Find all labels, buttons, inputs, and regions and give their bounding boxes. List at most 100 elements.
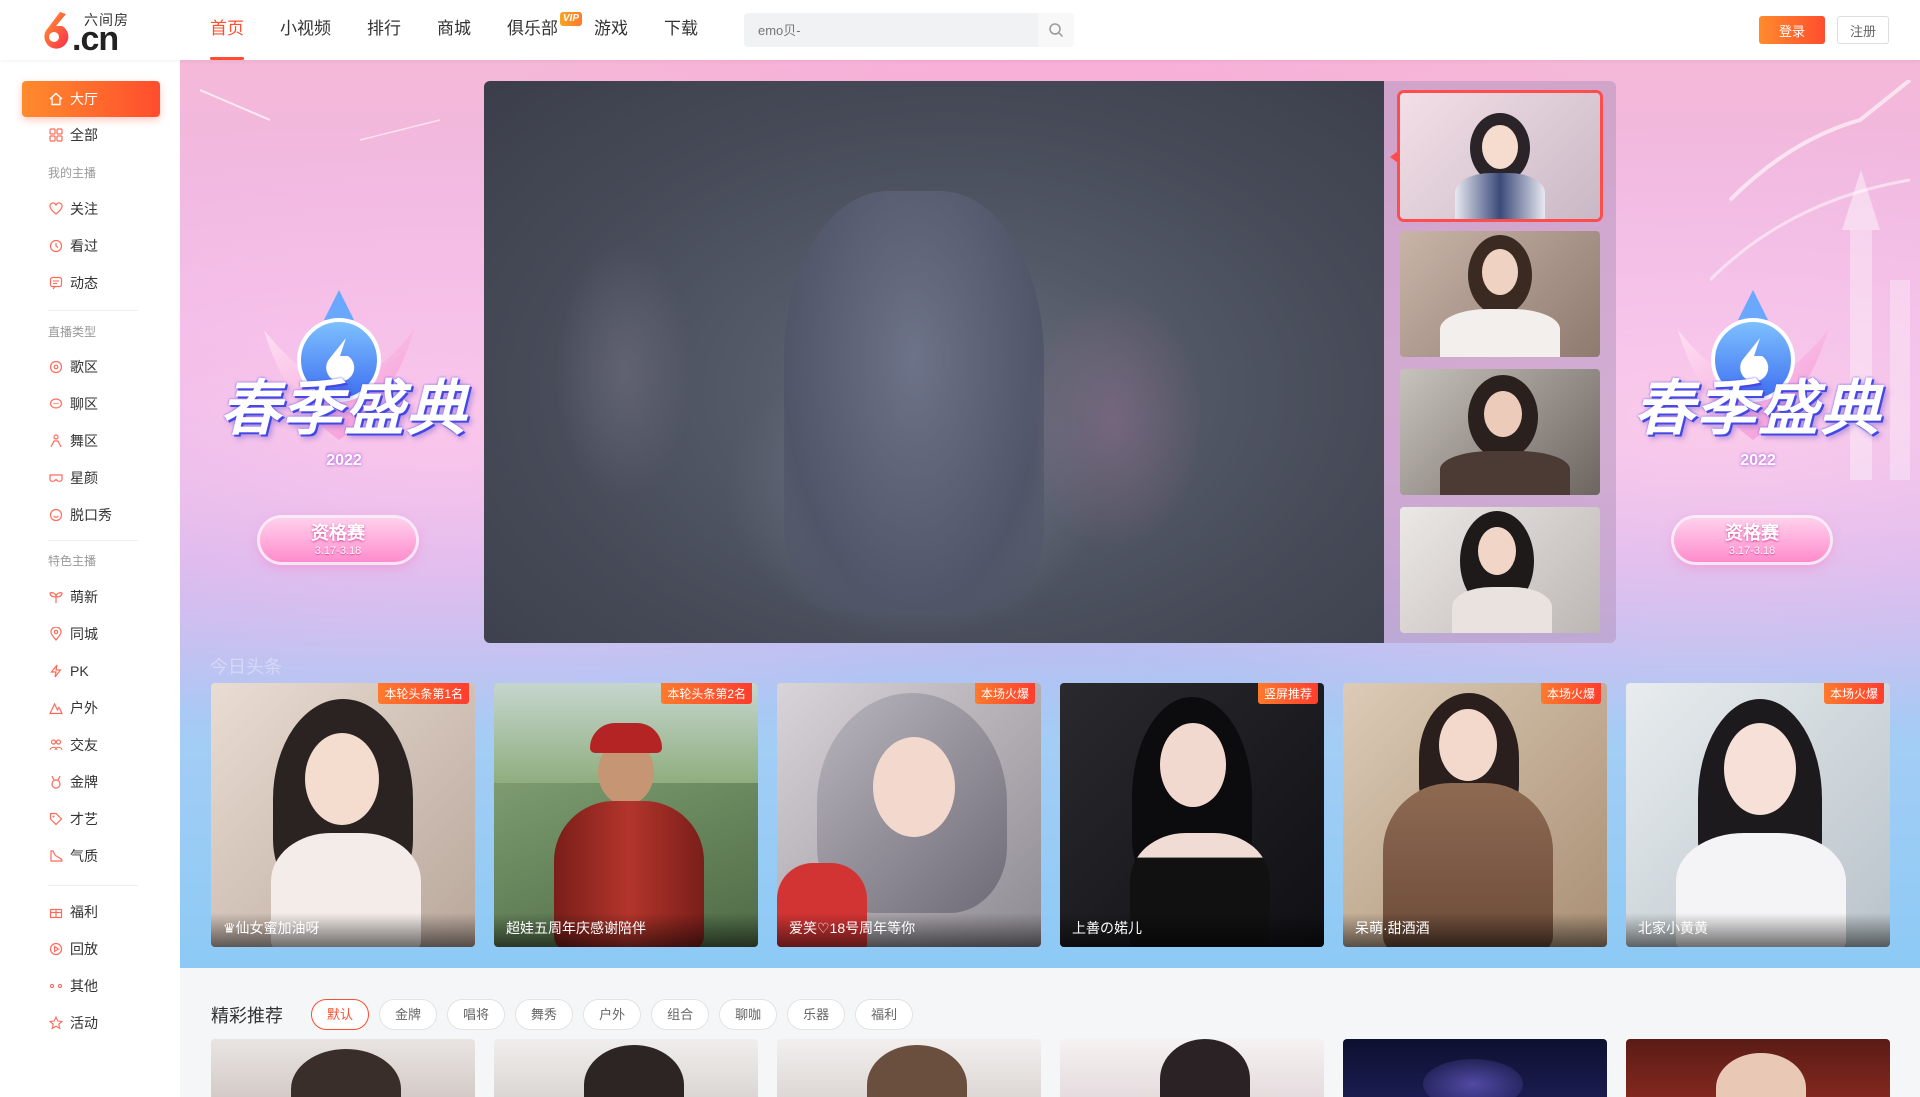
hero-faint-heading: 今日头条	[210, 657, 282, 677]
streamer-card[interactable]: 本轮头条第2名 超娃五周年庆感谢陪伴	[494, 683, 758, 947]
sidebar-item-label: 聊区	[70, 396, 98, 412]
stream-thumbnail[interactable]	[1400, 507, 1600, 633]
sidebar-item-all[interactable]: 全部	[22, 117, 160, 153]
recommend-card[interactable]	[211, 1039, 475, 1097]
sidebar-item-history[interactable]: 看过	[22, 228, 160, 264]
sidebar-item-gold[interactable]: 金牌	[22, 764, 160, 800]
star-icon	[48, 1015, 64, 1031]
sidebar-item-label: 才艺	[70, 811, 98, 827]
sprout-icon	[48, 589, 64, 605]
card-recommend-tag: 竖屏推荐	[1257, 683, 1318, 704]
home-icon	[48, 91, 64, 107]
sidebar-item-label: 交友	[70, 737, 98, 753]
sidebar-item-dance[interactable]: 舞区	[22, 423, 160, 459]
sidebar-item-talkshow[interactable]: 脱口秀	[22, 497, 160, 533]
recommend-card[interactable]	[494, 1039, 758, 1097]
video-blur-shape	[784, 191, 1044, 611]
sidebar-item-beauty[interactable]: 星颜	[22, 460, 160, 496]
filter-singer[interactable]: 唱将	[447, 999, 506, 1030]
promo-left[interactable]: 春季盛典 2022 资格赛 3.17-3.18	[204, 290, 484, 590]
recommend-card[interactable]	[1343, 1039, 1607, 1097]
qualifier-pill[interactable]: 资格赛 3.17-3.18	[260, 518, 416, 562]
thumb-face	[1482, 249, 1518, 295]
card-face	[873, 737, 955, 837]
sidebar-item-feed[interactable]: 动态	[22, 265, 160, 301]
nav-download[interactable]: 下载	[664, 0, 698, 60]
recommend-card[interactable]	[777, 1039, 1041, 1097]
streamer-card[interactable]: 本场火爆 爱笑♡18号周年等你	[777, 683, 1041, 947]
recommend-filters: 默认 金牌 唱将 舞秀 户外 组合 聊咖 乐器 福利	[311, 999, 923, 1030]
sidebar-item-outdoor[interactable]: 户外	[22, 690, 160, 726]
location-icon	[48, 626, 64, 642]
card-streamer-name: 北家小黄黄	[1626, 913, 1890, 947]
sidebar-item-chat[interactable]: 聊区	[22, 386, 160, 422]
live-video-player[interactable]	[484, 81, 1384, 643]
sidebar-divider	[48, 310, 138, 311]
filter-dance[interactable]: 舞秀	[515, 999, 574, 1030]
sidebar-item-newbie[interactable]: 萌新	[22, 579, 160, 615]
sidebar-item-label: 舞区	[70, 433, 98, 449]
nav-mall[interactable]: 商城	[437, 0, 471, 60]
filter-outdoor[interactable]: 户外	[583, 999, 642, 1030]
search-button[interactable]	[1038, 13, 1074, 47]
card-face	[1439, 709, 1497, 781]
sidebar-item-pk[interactable]: PK	[22, 653, 160, 689]
filter-group[interactable]: 组合	[651, 999, 710, 1030]
sidebar-item-label: 脱口秀	[70, 507, 112, 523]
card-rank-tag: 本轮头条第1名	[378, 683, 469, 704]
stream-thumbnail[interactable]	[1400, 231, 1600, 357]
video-blur-shape	[554, 241, 694, 501]
logo-six-icon	[44, 12, 69, 49]
card-hair	[1160, 1039, 1250, 1097]
nav-club[interactable]: 俱乐部 VIP	[507, 0, 582, 60]
sidebar-item-label: 动态	[70, 275, 98, 291]
filter-gold[interactable]: 金牌	[379, 999, 438, 1030]
stream-thumbnail[interactable]	[1400, 369, 1600, 495]
sidebar-item-replay[interactable]: 回放	[22, 931, 160, 967]
card-hair	[584, 1045, 684, 1097]
nav-short-video[interactable]: 小视频	[280, 0, 331, 60]
stream-thumbnail-list	[1384, 81, 1616, 643]
sidebar-item-hall[interactable]: 大厅	[22, 81, 160, 117]
gift-icon	[48, 904, 64, 920]
streamer-card[interactable]: 竖屏推荐 上善の婼儿	[1060, 683, 1324, 947]
qualifier-pill[interactable]: 资格赛 3.17-3.18	[1674, 518, 1830, 562]
sidebar-item-follow[interactable]: 关注	[22, 191, 160, 227]
search-input[interactable]	[744, 13, 1038, 47]
filter-default[interactable]: 默认	[311, 999, 370, 1030]
pill-main-text: 资格赛	[1725, 523, 1779, 543]
recommend-card[interactable]	[1626, 1039, 1890, 1097]
filter-welfare[interactable]: 福利	[855, 999, 914, 1030]
users-icon	[48, 737, 64, 753]
sidebar-item-other[interactable]: 其他	[22, 968, 160, 1004]
sidebar-item-talent[interactable]: 才艺	[22, 801, 160, 837]
site-logo[interactable]: 六间房 .cn	[38, 8, 138, 58]
stream-thumbnail[interactable]	[1400, 93, 1600, 219]
chat-bubble-icon	[48, 396, 64, 412]
nav-home[interactable]: 首页	[210, 0, 244, 60]
filter-chat[interactable]: 聊咖	[719, 999, 778, 1030]
filter-instrument[interactable]: 乐器	[787, 999, 846, 1030]
medal-icon	[48, 774, 64, 790]
sidebar-divider	[48, 540, 138, 541]
sidebar-item-welfare[interactable]: 福利	[22, 894, 160, 930]
sidebar-item-events[interactable]: 活动	[22, 1005, 160, 1041]
login-button[interactable]: 登录	[1759, 16, 1825, 44]
streamer-card[interactable]: 本轮头条第1名 ♛仙女蜜加油呀	[211, 683, 475, 947]
nav-games[interactable]: 游戏	[594, 0, 628, 60]
thumb-body	[1440, 309, 1560, 357]
sidebar-item-social[interactable]: 交友	[22, 727, 160, 763]
sidebar-item-sing[interactable]: 歌区	[22, 349, 160, 385]
promo-right[interactable]: 春季盛典 2022 资格赛 3.17-3.18	[1618, 290, 1898, 590]
search-box	[744, 13, 1074, 47]
nav-ranking[interactable]: 排行	[367, 0, 401, 60]
sidebar-item-temperament[interactable]: 气质	[22, 838, 160, 874]
streamer-card[interactable]: 本场火爆 北家小黄黄	[1626, 683, 1890, 947]
streamer-card[interactable]: 本场火爆 呆萌·甜酒酒	[1343, 683, 1607, 947]
recommend-card[interactable]	[1060, 1039, 1324, 1097]
clock-icon	[48, 238, 64, 254]
sidebar-item-local[interactable]: 同城	[22, 616, 160, 652]
sidebar-item-label: 回放	[70, 941, 98, 957]
more-dots-icon	[48, 978, 64, 994]
register-button[interactable]: 注册	[1837, 16, 1889, 44]
